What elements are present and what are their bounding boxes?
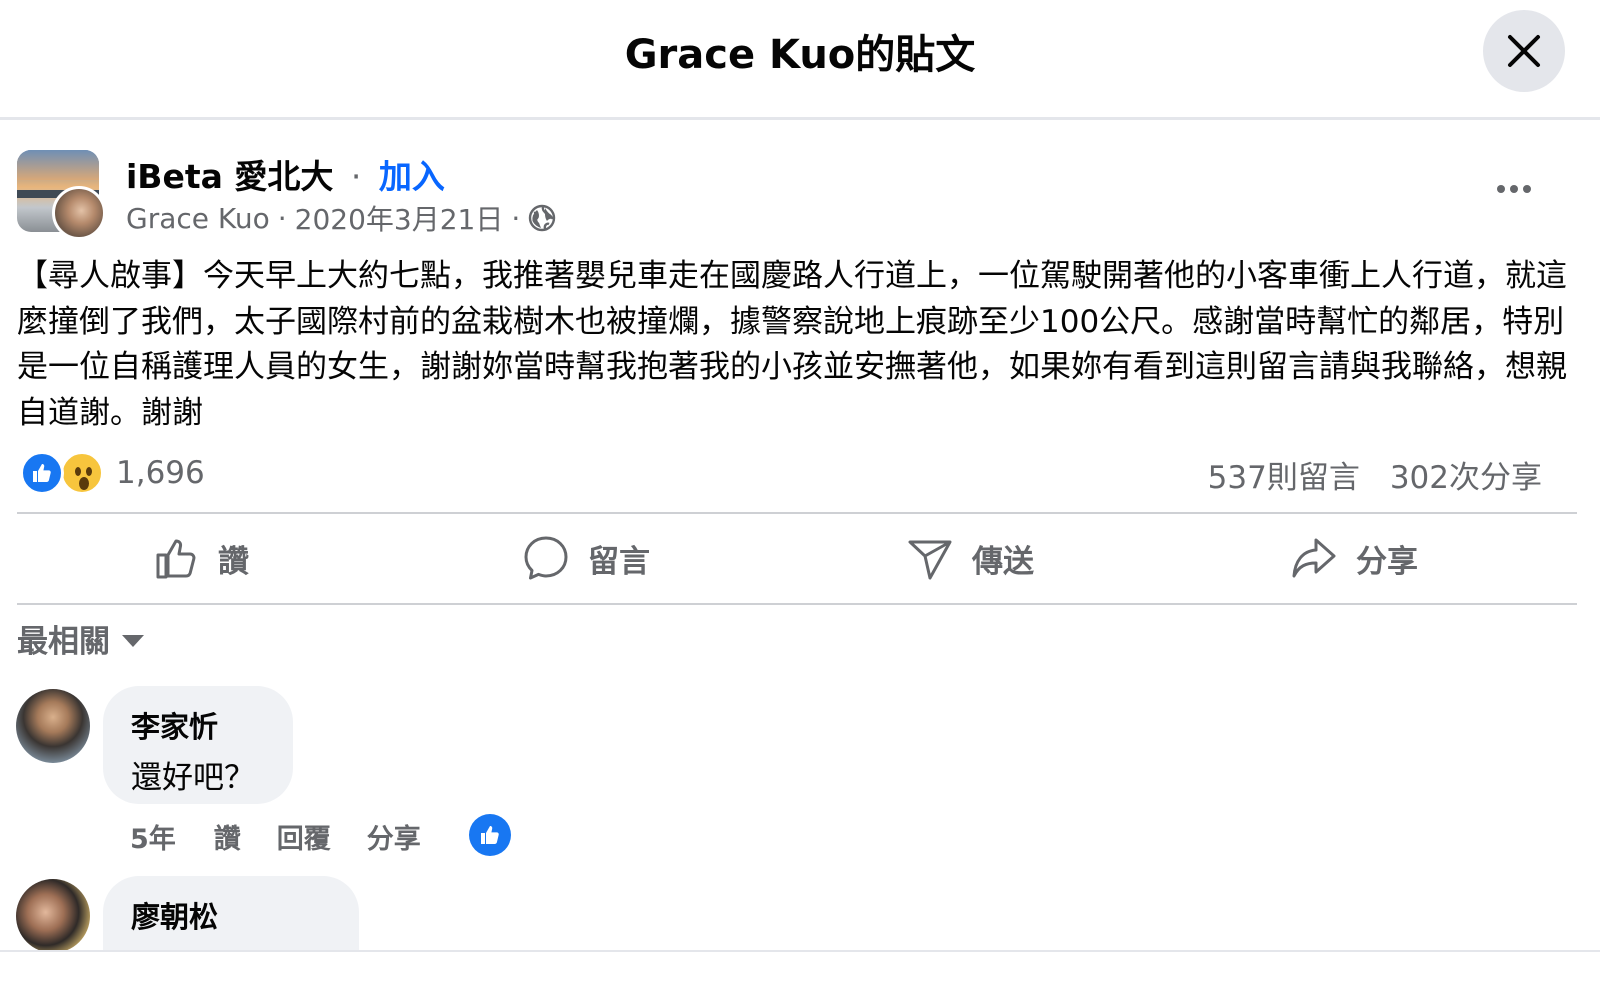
like-reaction-icon [20, 451, 64, 495]
comment-icon [524, 536, 568, 580]
author-name-link[interactable]: Grace Kuo [126, 202, 270, 235]
share-button[interactable]: 分享 [1290, 530, 1418, 586]
dialog-title: Grace Kuo的貼文 [624, 32, 976, 78]
caret-down-icon [122, 634, 144, 647]
share-label: 分享 [1356, 543, 1418, 580]
send-button[interactable]: 傳送 [906, 530, 1034, 586]
join-group-link[interactable]: 加入 [379, 157, 445, 196]
commenter-name[interactable]: 李家忻 [131, 704, 265, 746]
dialog-header: Grace Kuo的貼文 [0, 0, 1600, 120]
send-label: 傳送 [972, 543, 1034, 580]
author-avatar[interactable] [52, 186, 106, 240]
globe-icon[interactable] [528, 204, 556, 232]
share-icon [1292, 538, 1336, 578]
like-button[interactable]: 讚 [154, 530, 249, 586]
thumbs-up-icon [156, 539, 196, 579]
comment-button[interactable]: 留言 [522, 530, 650, 586]
wow-reaction-icon [60, 451, 104, 495]
footer-cutoff [0, 950, 1600, 999]
more-options-button[interactable] [1488, 174, 1540, 204]
sort-label: 最相關 [17, 624, 110, 660]
comment-share-link[interactable]: 分享 [367, 817, 421, 856]
post-text: 【尋人啟事】今天早上大約七點，我推著嬰兒車走在國慶路人行道上，一位駕駛開著他的小… [17, 258, 1567, 431]
post-group-line: iBeta 愛北大 · 加入 [126, 150, 445, 198]
commenter-avatar[interactable] [16, 879, 90, 953]
send-icon [908, 540, 952, 580]
shares-count[interactable]: 302次分享 [1390, 452, 1542, 497]
close-icon [1508, 35, 1540, 67]
group-name-link[interactable]: iBeta 愛北大 [126, 157, 333, 196]
post-stats: 537則留言 302次分享 [1208, 452, 1542, 497]
commenter-name[interactable]: 廖朝松 [131, 894, 331, 936]
comment-reply-link[interactable]: 回覆 [277, 817, 331, 856]
like-label: 讚 [218, 543, 249, 580]
more-options-icon [1497, 185, 1505, 193]
reaction-count[interactable]: 1,696 [116, 455, 205, 491]
comment-like-reaction-icon[interactable] [469, 814, 511, 856]
separator: · [350, 157, 362, 196]
post-meta: Grace Kuo · 2020年3月21日 · [126, 198, 556, 238]
comment-like-link[interactable]: 讚 [214, 817, 241, 856]
post-date-link[interactable]: 2020年3月21日 [295, 198, 504, 238]
comment-label: 留言 [588, 543, 650, 580]
comment-sort-dropdown[interactable]: 最相關 [17, 616, 144, 661]
comments-count[interactable]: 537則留言 [1208, 452, 1360, 497]
reactions-summary[interactable]: 1,696 [20, 450, 205, 496]
divider [17, 603, 1577, 605]
comment-bubble: 李家忻 還好吧？ [103, 686, 293, 804]
close-button[interactable] [1483, 10, 1565, 92]
comment-time[interactable]: 5年 [130, 817, 176, 856]
comment-actions: 5年 讚 回覆 分享 [130, 816, 421, 856]
comment-text: 還好吧？ [131, 760, 255, 796]
divider [17, 512, 1577, 514]
commenter-avatar[interactable] [16, 689, 90, 763]
